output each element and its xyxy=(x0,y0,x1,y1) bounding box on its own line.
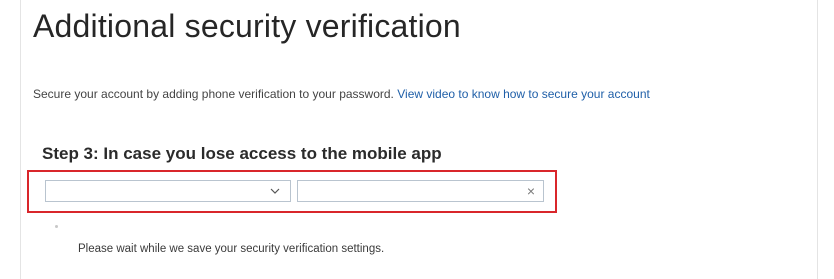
chevron-down-icon xyxy=(270,188,280,194)
status-message: Please wait while we save your security … xyxy=(78,243,385,255)
content-right-border xyxy=(817,0,818,279)
step-heading: Step 3: In case you lose access to the m… xyxy=(42,144,442,163)
close-icon[interactable]: × xyxy=(527,182,535,200)
view-video-link[interactable]: View video to know how to secure your ac… xyxy=(397,87,650,101)
phone-number-field[interactable]: × xyxy=(297,180,544,202)
intro-paragraph: Secure your account by adding phone veri… xyxy=(33,87,650,101)
page-title: Additional security verification xyxy=(33,8,461,44)
intro-text: Secure your account by adding phone veri… xyxy=(33,87,394,101)
country-code-select[interactable] xyxy=(45,180,291,202)
loading-indicator-dot xyxy=(55,225,58,228)
content-left-border xyxy=(20,0,21,279)
phone-number-input[interactable] xyxy=(298,181,518,201)
